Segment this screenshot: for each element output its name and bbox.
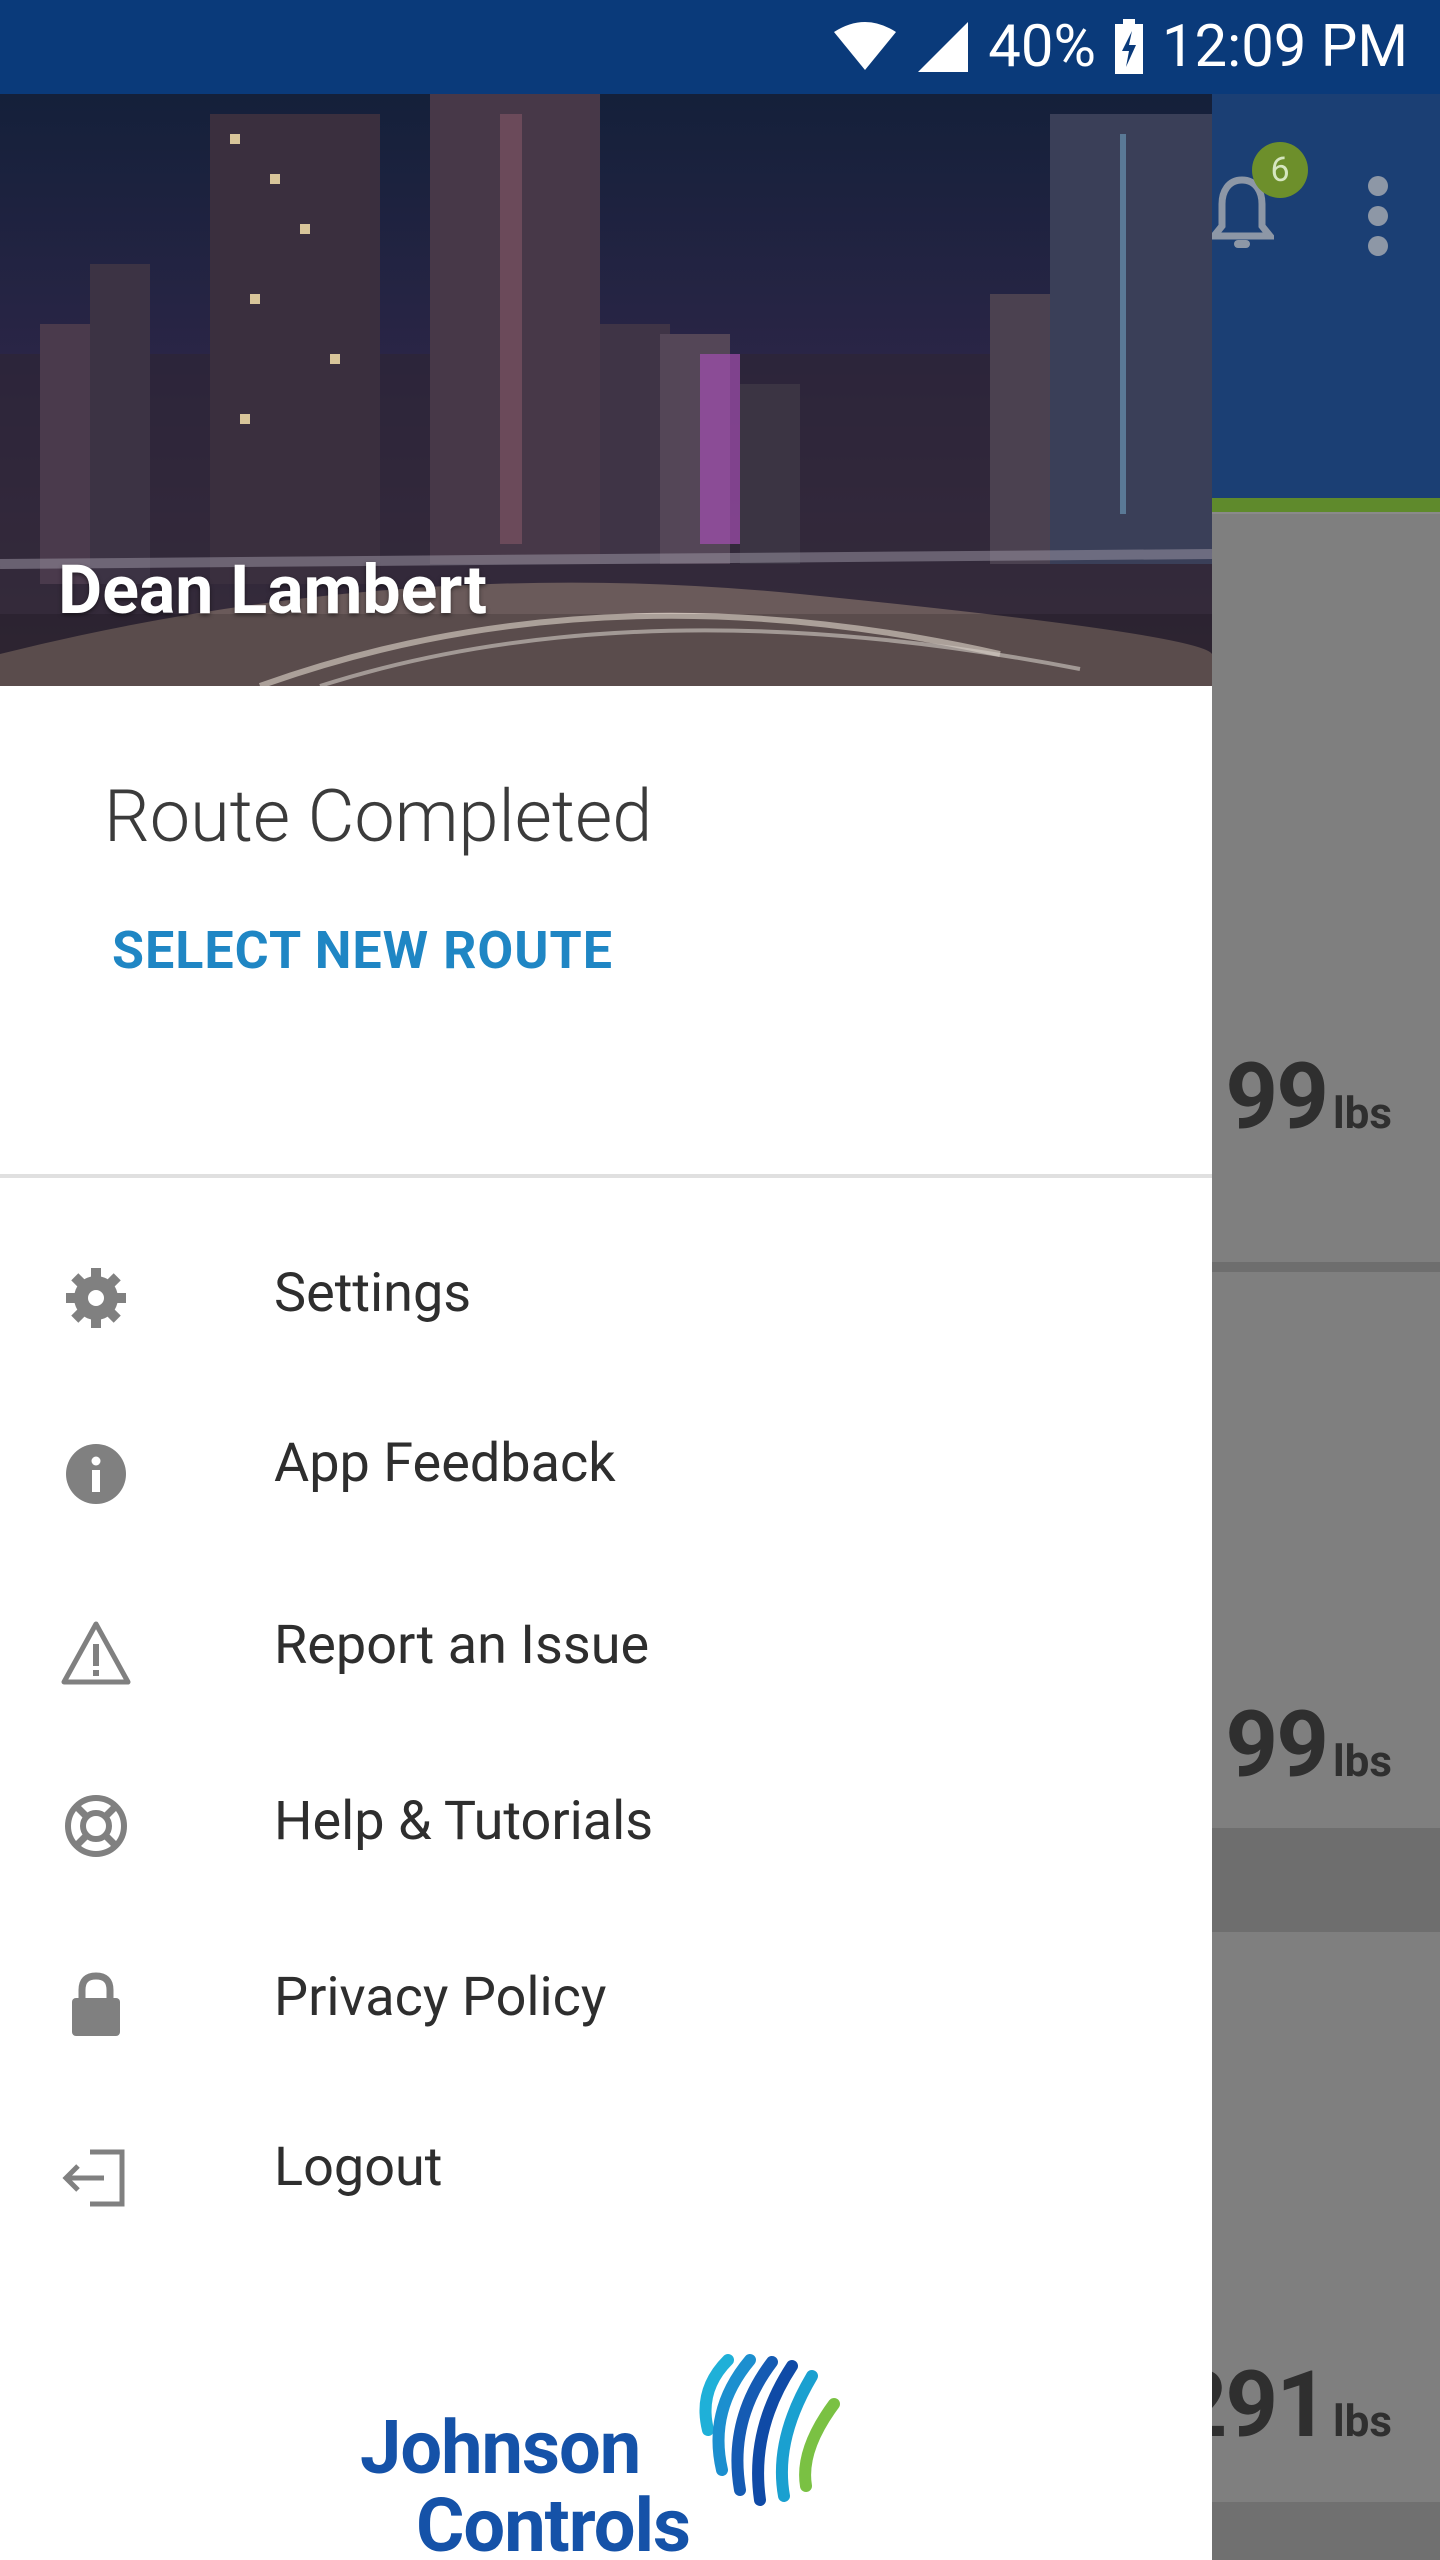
menu-item-logout[interactable]: Logout — [0, 2100, 1212, 2250]
status-bar: 40% 12:09 PM — [0, 0, 1440, 94]
gear-icon — [60, 1262, 132, 1334]
menu-item-label: App Feedback — [274, 1432, 616, 1495]
menu-item-settings[interactable]: Settings — [0, 1222, 1212, 1372]
menu-item-label: Help & Tutorials — [274, 1790, 654, 1853]
overflow-menu-icon[interactable] — [1363, 176, 1393, 266]
lifebuoy-icon — [60, 1790, 132, 1862]
menu-item-label: Report an Issue — [274, 1614, 650, 1677]
app-root: 40% 12:09 PM 6 99 lbs 99 lbs 291 lbs Dea… — [0, 0, 1440, 2560]
card-weight: 99 lbs — [1225, 1692, 1392, 1799]
notification-badge: 6 — [1252, 142, 1308, 198]
select-new-route-button[interactable]: SELECT NEW ROUTE — [112, 920, 613, 981]
menu-item-app-feedback[interactable]: App Feedback — [0, 1398, 1212, 1548]
background-card: 99 lbs — [1212, 1272, 1440, 1922]
divider — [0, 1174, 1212, 1178]
divider — [1212, 1262, 1440, 1272]
wifi-icon — [832, 22, 898, 72]
background-card: 99 lbs — [1212, 514, 1440, 1264]
divider — [1212, 2502, 1440, 2560]
battery-charging-icon — [1114, 19, 1144, 75]
card-weight: 99 lbs — [1225, 1044, 1392, 1151]
drawer-header-image: Dean Lambert — [0, 94, 1212, 686]
background-card: 291 lbs — [1175, 1932, 1440, 2502]
menu-item-help-tutorials[interactable]: Help & Tutorials — [0, 1748, 1212, 1898]
menu-item-label: Privacy Policy — [274, 1966, 607, 2029]
logo-mark — [699, 2354, 840, 2506]
user-name: Dean Lambert — [58, 550, 487, 630]
menu-item-label: Settings — [274, 1262, 472, 1325]
lock-icon — [60, 1968, 132, 2040]
section-header — [1212, 1828, 1440, 1932]
menu-item-label: Logout — [274, 2136, 443, 2199]
logout-icon — [60, 2142, 132, 2214]
johnson-controls-logo: Johnson Controls — [360, 2350, 860, 2560]
clock: 12:09 PM — [1161, 13, 1408, 81]
menu-item-report-issue[interactable]: Report an Issue — [0, 1574, 1212, 1724]
navigation-drawer: Dean Lambert Route Completed SELECT NEW … — [0, 94, 1212, 2560]
info-icon — [60, 1438, 132, 1510]
menu-item-privacy-policy[interactable]: Privacy Policy — [0, 1928, 1212, 2078]
warning-icon — [60, 1618, 132, 1690]
battery-percent: 40% — [988, 13, 1096, 81]
route-status: Route Completed — [104, 774, 653, 859]
cell-signal-icon — [916, 20, 970, 74]
logo-text: Johnson Controls — [360, 2405, 691, 2560]
